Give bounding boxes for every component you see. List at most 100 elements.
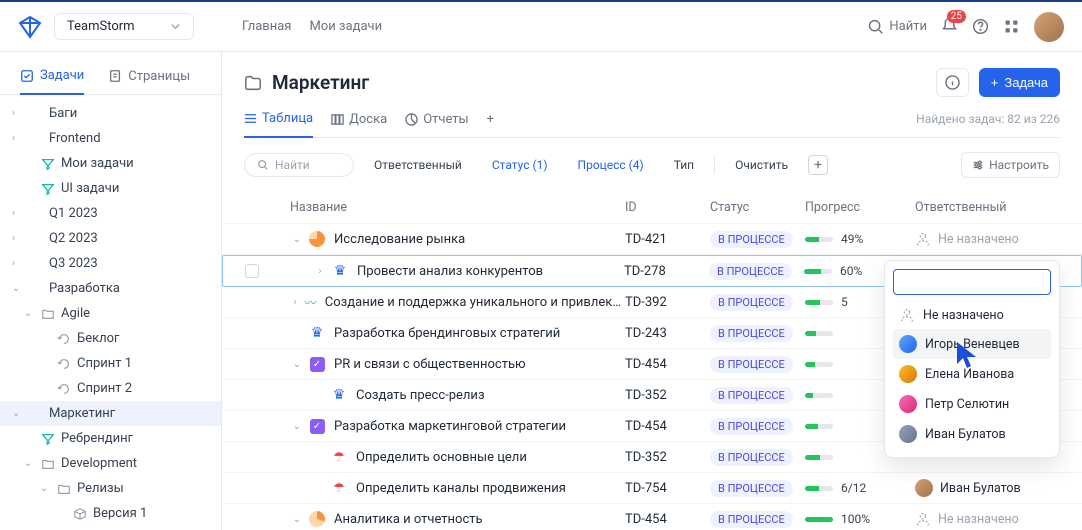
task-name: Аналитика и отчетность — [334, 512, 483, 527]
task-name: PR и связи с общественностью — [334, 357, 526, 372]
status-badge[interactable]: В ПРОЦЕССЕ — [710, 294, 793, 311]
pages-icon — [108, 69, 122, 83]
view-tab-table[interactable]: Таблица — [244, 111, 313, 138]
filter-status[interactable]: Статус (1) — [482, 154, 558, 176]
sidebar-item[interactable]: Мои задачи — [0, 151, 221, 176]
filter-responsible[interactable]: Ответственный — [364, 154, 472, 176]
filter-process[interactable]: Процесс (4) — [568, 154, 654, 176]
status-badge[interactable]: В ПРОЦЕССЕ — [710, 387, 793, 404]
workspace-selector[interactable]: TeamStorm — [54, 13, 194, 40]
status-badge[interactable]: В ПРОЦЕССЕ — [710, 449, 793, 466]
configure-button[interactable]: Настроить — [961, 152, 1060, 178]
cursor-icon — [954, 340, 982, 372]
status-badge[interactable]: В ПРОЦЕССЕ — [709, 263, 792, 280]
status-badge[interactable]: В ПРОЦЕССЕ — [710, 356, 793, 373]
table-icon — [244, 112, 257, 125]
task-type-icon: ☂ — [330, 448, 348, 466]
dropdown-item[interactable]: Петр Селютин — [893, 389, 1051, 419]
apps-icon[interactable] — [1003, 18, 1020, 35]
sidebar-item[interactable]: ⌄Маркетинг — [0, 401, 221, 426]
task-id: TD-754 — [625, 481, 710, 496]
sidebar: Задачи Страницы ›Баги›FrontendМои задачи… — [0, 52, 222, 530]
col-progress: Прогресс — [805, 200, 915, 215]
help-icon[interactable] — [972, 18, 989, 35]
task-type-icon — [308, 510, 326, 528]
status-badge[interactable]: В ПРОЦЕССЕ — [710, 418, 793, 435]
dropdown-item[interactable]: Иван Булатов — [893, 419, 1051, 449]
task-id: TD-421 — [625, 232, 710, 247]
nav-home[interactable]: Главная — [242, 19, 291, 34]
task-type-icon: ✓ — [308, 355, 326, 373]
assignee-cell[interactable]: Не назначено — [915, 511, 1060, 527]
filter-bar: Найти Ответственный Статус (1) Процесс (… — [222, 138, 1082, 192]
table-row[interactable]: ⌄Исследование рынкаTD-421В ПРОЦЕССЕ49%Не… — [222, 224, 1082, 255]
task-name: Определить каналы продвижения — [356, 481, 566, 496]
sidebar-item[interactable]: ›Frontend — [0, 126, 221, 151]
sidebar-item[interactable]: ›Q1 2023 — [0, 201, 221, 226]
sidebar-item[interactable]: ⌄Релизы — [0, 476, 221, 501]
info-button[interactable] — [936, 68, 969, 97]
sidebar-item[interactable]: ⌄Agile — [0, 301, 221, 326]
add-view-button[interactable]: + — [487, 112, 494, 137]
row-checkbox[interactable] — [245, 264, 259, 278]
board-icon — [331, 113, 344, 126]
status-badge[interactable]: В ПРОЦЕССЕ — [710, 511, 793, 528]
sidebar-tab-pages[interactable]: Страницы — [108, 68, 190, 94]
plus-icon: + — [487, 112, 494, 127]
task-name: Определить основные цели — [356, 450, 527, 465]
info-icon — [945, 75, 960, 90]
add-filter-button[interactable]: + — [808, 155, 828, 175]
table-row[interactable]: ☂Определить каналы продвиженияTD-754В ПР… — [222, 473, 1082, 504]
sliders-icon — [972, 159, 984, 171]
assignee-search-input[interactable] — [893, 269, 1051, 295]
col-status: Статус — [710, 200, 805, 215]
sidebar-item[interactable]: Версия 2 — [0, 526, 221, 530]
view-tab-reports[interactable]: Отчеты — [405, 112, 468, 137]
filter-search[interactable]: Найти — [244, 153, 354, 177]
task-type-icon: ♛ — [308, 324, 326, 342]
task-name: Исследование рынка — [334, 232, 465, 247]
sidebar-item[interactable]: Беклог — [0, 326, 221, 351]
task-id: TD-352 — [625, 450, 710, 465]
sidebar-item[interactable]: Спринт 1 — [0, 351, 221, 376]
sidebar-item[interactable]: ⌄Development — [0, 451, 221, 476]
nav-my-tasks[interactable]: Мои задачи — [309, 19, 382, 34]
user-avatar[interactable] — [1034, 12, 1064, 42]
task-count: Найдено задач: 82 из 226 — [916, 112, 1060, 136]
filter-clear[interactable]: Очистить — [725, 154, 798, 176]
global-search[interactable]: Найти — [867, 18, 927, 35]
status-badge[interactable]: В ПРОЦЕССЕ — [710, 325, 793, 342]
content-area: Маркетинг + Задача Таблица — [222, 52, 1082, 530]
sidebar-item[interactable]: ⌄Разработка — [0, 276, 221, 301]
search-icon — [867, 18, 884, 35]
task-name: Создание и поддержка уникального и привл… — [325, 295, 625, 310]
task-id: TD-454 — [625, 357, 710, 372]
sidebar-tab-tasks[interactable]: Задачи — [20, 68, 84, 95]
folder-icon — [244, 74, 262, 92]
header-nav: Главная Мои задачи — [242, 19, 382, 34]
progress-cell: 6/12 — [805, 481, 915, 495]
status-badge[interactable]: В ПРОЦЕССЕ — [710, 231, 793, 248]
task-name: Провести анализ конкурентов — [357, 264, 543, 279]
sidebar-item[interactable]: ›Q2 2023 — [0, 226, 221, 251]
assignee-cell[interactable]: Иван Булатов — [915, 479, 1060, 497]
sidebar-item[interactable]: Версия 1 — [0, 501, 221, 526]
view-tab-board[interactable]: Доска — [331, 112, 387, 137]
filter-type[interactable]: Тип — [664, 154, 704, 176]
notifications-button[interactable]: 25 — [941, 16, 958, 37]
sidebar-item[interactable]: ›Баги — [0, 101, 221, 126]
sidebar-item[interactable]: Спринт 2 — [0, 376, 221, 401]
sidebar-item[interactable]: ›Q3 2023 — [0, 251, 221, 276]
workspace-name: TeamStorm — [67, 19, 135, 34]
status-badge[interactable]: В ПРОЦЕССЕ — [710, 480, 793, 497]
sidebar-item[interactable]: UI задачи — [0, 176, 221, 201]
plus-icon: + — [991, 75, 999, 90]
assignee-cell[interactable]: Не назначено — [915, 231, 1060, 247]
table-row[interactable]: ⌄Аналитика и отчетностьTD-454В ПРОЦЕССЕ1… — [222, 504, 1082, 530]
task-type-icon — [308, 230, 326, 248]
divider — [714, 156, 715, 174]
sidebar-item[interactable]: Ребрендинг — [0, 426, 221, 451]
app-logo-icon[interactable] — [18, 15, 42, 39]
dropdown-item[interactable]: Не назначено — [893, 301, 1051, 329]
create-task-button[interactable]: + Задача — [979, 68, 1060, 97]
